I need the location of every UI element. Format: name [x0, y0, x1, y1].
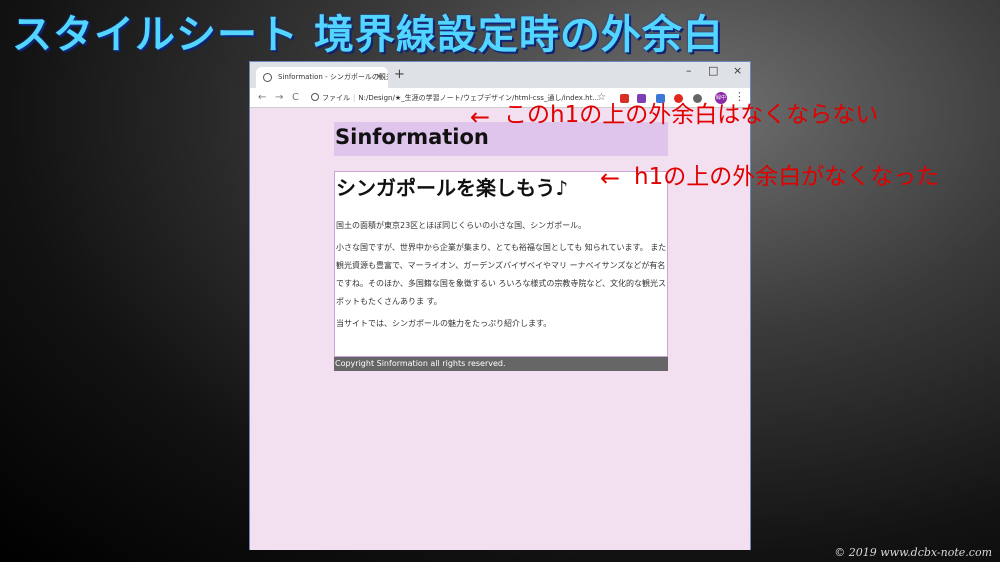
- page-footer: Copyright Sinformation all rights reserv…: [334, 357, 668, 371]
- paragraph-1: 国土の面積が東京23区とほぼ同じくらいの小さな国、シンガポール。: [336, 221, 587, 230]
- slide-title: スタイルシート 境界線設定時の外余白: [12, 12, 724, 58]
- main-content: シンガポールを楽しもう♪ 国土の面積が東京23区とほぼ同じくらいの小さな国、シン…: [334, 171, 668, 357]
- tab-bar: Sinformation - シンガポールの観光 × + – □ ×: [250, 62, 750, 88]
- browser-tab[interactable]: Sinformation - シンガポールの観光 ×: [256, 67, 388, 88]
- forward-arrow-icon[interactable]: →: [275, 91, 283, 105]
- header-margin-note: このh1の上の外余白はなくならない: [504, 102, 879, 128]
- arrow-left-icon: ←: [600, 164, 621, 192]
- reload-icon[interactable]: C: [292, 91, 299, 105]
- address-label: ファイル: [322, 94, 350, 102]
- info-icon: [311, 93, 319, 101]
- tab-close-icon[interactable]: ×: [375, 67, 383, 88]
- maximize-button[interactable]: □: [708, 64, 718, 78]
- back-arrow-icon[interactable]: ←: [258, 91, 266, 105]
- paragraph-2: 小さな国ですが、世界中から企業が集まり、とても裕福な国としても 知られています。…: [336, 243, 667, 306]
- close-window-button[interactable]: ×: [733, 64, 742, 78]
- browser-window: Sinformation - シンガポールの観光 × + – □ × ← → C…: [249, 61, 751, 550]
- globe-icon: [263, 73, 272, 82]
- paragraph-3: 当サイトでは、シンガポールの魅力をたっぷり紹介します。: [336, 319, 552, 328]
- minimize-button[interactable]: –: [686, 64, 692, 78]
- tab-title: Sinformation - シンガポールの観光: [278, 73, 388, 81]
- new-tab-button[interactable]: +: [394, 68, 405, 82]
- watermark: © 2019 www.dcbx-note.com: [834, 546, 992, 559]
- main-margin-note: h1の上の外余白がなくなった: [634, 164, 940, 190]
- arrow-left-icon: ←: [470, 103, 491, 131]
